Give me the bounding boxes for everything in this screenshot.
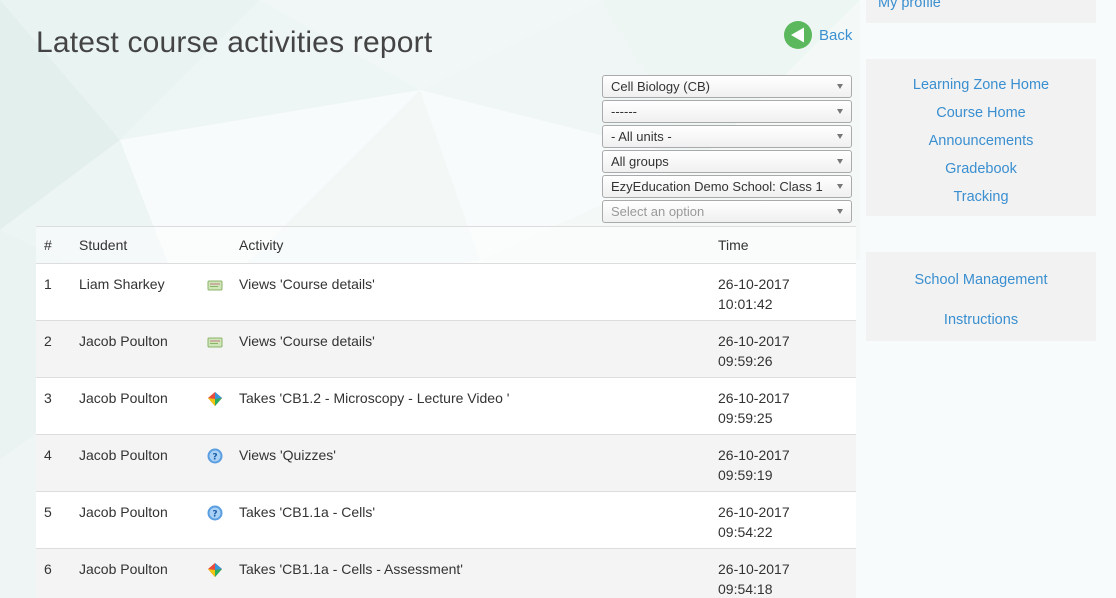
lecture-video-icon xyxy=(207,392,223,410)
table-row: 4 Jacob Poulton? Views 'Quizzes' 26-10-2017… xyxy=(36,434,856,492)
sidebar-item-gradebook[interactable]: Gradebook xyxy=(866,161,1096,189)
row-date: 26-10-2017 xyxy=(718,390,790,406)
activity-table: # Student Activity Time 1 Liam Sharkey Vie… xyxy=(36,226,856,598)
class-select-value: EzyEducation Demo School: Class 1 xyxy=(611,179,823,194)
row-icon-cell xyxy=(199,263,231,321)
row-icon-cell xyxy=(199,548,231,598)
course-details-icon xyxy=(207,337,223,353)
quiz-icon: ? xyxy=(207,448,223,467)
row-time: 26-10-2017 09:59:19 xyxy=(710,434,856,492)
chevron-down-icon xyxy=(837,209,843,214)
chevron-down-icon xyxy=(837,134,843,139)
unit-select[interactable]: - All units - xyxy=(602,125,852,148)
row-icon-cell: ? xyxy=(199,491,231,549)
row-date: 26-10-2017 xyxy=(718,504,790,520)
svg-text:?: ? xyxy=(212,510,217,520)
sidebar-nav: Learning Zone Home Course Home Announcem… xyxy=(866,59,1096,216)
header-time: Time xyxy=(710,226,856,264)
row-number: 5 xyxy=(36,491,71,549)
group-select-value: All groups xyxy=(611,154,669,169)
row-time: 26-10-2017 10:01:42 xyxy=(710,263,856,321)
row-number: 6 xyxy=(36,548,71,598)
option-select[interactable]: Select an option xyxy=(602,200,852,223)
row-time: 26-10-2017 09:54:18 xyxy=(710,548,856,598)
row-student: Jacob Poulton xyxy=(71,377,199,435)
table-row: 6 Jacob Poulton Takes 'CB1.1a - Cells - As… xyxy=(36,548,856,598)
row-date: 26-10-2017 xyxy=(718,276,790,292)
course-details-icon xyxy=(207,280,223,296)
table-row: 5 Jacob Poulton? Takes 'CB1.1a - Cells' 26-… xyxy=(36,491,856,549)
table-row: 2 Jacob Poulton Views 'Course details' 26-1… xyxy=(36,320,856,378)
my-profile-link[interactable]: My profile xyxy=(878,0,941,11)
header-icon xyxy=(199,226,231,264)
row-date: 26-10-2017 xyxy=(718,447,790,463)
row-icon-cell xyxy=(199,377,231,435)
chevron-down-icon xyxy=(837,109,843,114)
row-clock: 09:59:19 xyxy=(718,467,773,483)
table-row: 1 Liam Sharkey Views 'Course details' 26-10… xyxy=(36,263,856,321)
row-student: Liam Sharkey xyxy=(71,263,199,321)
row-activity: Takes 'CB1.2 - Microscopy - Lecture Vide… xyxy=(231,377,710,435)
quiz-icon: ? xyxy=(207,505,223,524)
table-header-row: # Student Activity Time xyxy=(36,226,856,264)
row-number: 2 xyxy=(36,320,71,378)
row-number: 3 xyxy=(36,377,71,435)
sidebar-management: School Management Instructions xyxy=(866,252,1096,341)
group-select[interactable]: All groups xyxy=(602,150,852,173)
row-icon-cell: ? xyxy=(199,434,231,492)
profile-box: My profile xyxy=(866,0,1096,23)
row-clock: 10:01:42 xyxy=(718,296,773,312)
option-select-placeholder: Select an option xyxy=(611,204,705,219)
unit-select-value: - All units - xyxy=(611,129,672,144)
table-row: 3 Jacob Poulton Takes 'CB1.2 - Microscopy … xyxy=(36,377,856,435)
back-label: Back xyxy=(819,26,853,44)
sidebar-item-announcements[interactable]: Announcements xyxy=(866,133,1096,161)
sidebar-item-school-management[interactable]: School Management xyxy=(866,272,1096,312)
chevron-down-icon xyxy=(837,184,843,189)
row-number: 1 xyxy=(36,263,71,321)
section-select-value: ------ xyxy=(611,104,637,119)
back-arrow-icon xyxy=(784,21,812,49)
sidebar-item-course-home[interactable]: Course Home xyxy=(866,105,1096,133)
course-select-value: Cell Biology (CB) xyxy=(611,79,710,94)
row-activity: Views 'Course details' xyxy=(231,320,710,378)
sidebar-item-tracking[interactable]: Tracking xyxy=(866,189,1096,217)
row-clock: 09:59:26 xyxy=(718,353,773,369)
row-student: Jacob Poulton xyxy=(71,491,199,549)
back-button[interactable]: Back xyxy=(783,20,852,50)
row-time: 26-10-2017 09:54:22 xyxy=(710,491,856,549)
sidebar-item-instructions[interactable]: Instructions xyxy=(866,312,1096,340)
row-clock: 09:54:22 xyxy=(718,524,773,540)
section-select[interactable]: ------ xyxy=(602,100,852,123)
course-select[interactable]: Cell Biology (CB) xyxy=(602,75,852,98)
row-clock: 09:59:25 xyxy=(718,410,773,426)
row-activity: Views 'Course details' xyxy=(231,263,710,321)
row-number: 4 xyxy=(36,434,71,492)
row-icon-cell xyxy=(199,320,231,378)
row-time: 26-10-2017 09:59:26 xyxy=(710,320,856,378)
svg-text:?: ? xyxy=(212,453,217,463)
row-time: 26-10-2017 09:59:25 xyxy=(710,377,856,435)
header-activity: Activity xyxy=(231,226,710,264)
header-number: # xyxy=(36,226,71,264)
row-date: 26-10-2017 xyxy=(718,333,790,349)
header-student: Student xyxy=(71,226,199,264)
lecture-video-icon xyxy=(207,563,223,581)
row-activity: Views 'Quizzes' xyxy=(231,434,710,492)
row-student: Jacob Poulton xyxy=(71,434,199,492)
row-date: 26-10-2017 xyxy=(718,561,790,577)
class-select[interactable]: EzyEducation Demo School: Class 1 xyxy=(602,175,852,198)
page-title: Latest course activities report xyxy=(36,26,433,59)
row-student: Jacob Poulton xyxy=(71,320,199,378)
chevron-down-icon xyxy=(837,159,843,164)
sidebar-item-learning-zone-home[interactable]: Learning Zone Home xyxy=(866,77,1096,105)
row-activity: Takes 'CB1.1a - Cells' xyxy=(231,491,710,549)
row-clock: 09:54:18 xyxy=(718,581,773,597)
row-student: Jacob Poulton xyxy=(71,548,199,598)
filter-panel: Cell Biology (CB) ------ - All units - A… xyxy=(602,75,852,225)
chevron-down-icon xyxy=(837,84,843,89)
row-activity: Takes 'CB1.1a - Cells - Assessment' xyxy=(231,548,710,598)
